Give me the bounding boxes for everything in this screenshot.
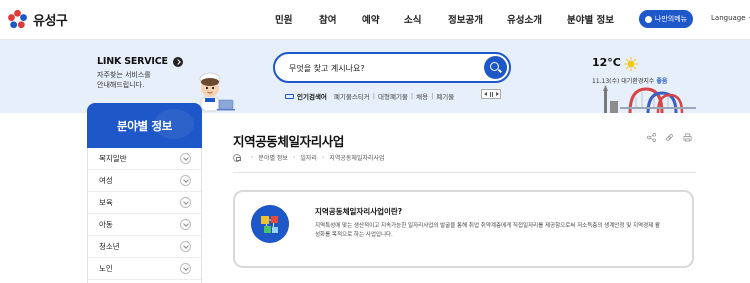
- home-icon[interactable]: [233, 153, 241, 162]
- nav-info-disclosure[interactable]: 정보공개: [448, 12, 483, 26]
- chevron-down-icon: [180, 219, 191, 230]
- air-quality-info: 11.13(수) 대기환경지수 좋음: [592, 76, 667, 85]
- arrow-right-icon: [172, 56, 183, 67]
- weather-date: 11.13(수) 대기환경지수: [592, 78, 655, 85]
- search-icon: [490, 62, 499, 71]
- nav-civil-service[interactable]: 민원: [275, 12, 292, 26]
- sidebar-item-label: 노인: [99, 264, 113, 273]
- language-label: Language: [711, 14, 746, 22]
- link-icon[interactable]: [665, 133, 674, 142]
- chevron-down-icon: [180, 153, 191, 164]
- breadcrumb-item[interactable]: 지역공동체일자리사업: [329, 153, 384, 162]
- keyword-separator: |: [372, 92, 375, 100]
- person-icon: [644, 15, 652, 23]
- popular-keywords: 인기검색어 폐기물스티커 | 대형폐기물 | 채용 | 폐기물: [285, 91, 454, 101]
- popular-keyword[interactable]: 대형폐기물: [378, 91, 408, 101]
- nav-participation[interactable]: 참여: [319, 12, 336, 26]
- keyword-icon: [285, 93, 294, 99]
- popular-keyword[interactable]: 폐기물: [436, 91, 454, 101]
- pause-icon[interactable]: [489, 91, 493, 97]
- sidebar-item-children[interactable]: 아동: [88, 214, 201, 236]
- link-service-title: LINK SERVICE: [97, 56, 168, 67]
- sidebar-item-label: 여성: [99, 176, 113, 185]
- title-divider: [233, 172, 696, 173]
- print-icon[interactable]: [683, 133, 692, 142]
- info-title: 지역공동체일자리사업이란?: [315, 207, 403, 216]
- keyword-separator: |: [431, 92, 434, 100]
- chevron-down-icon: [180, 175, 191, 186]
- keyword-rolling-controls: [481, 89, 501, 99]
- sidebar-item-welfare[interactable]: 복지일반: [88, 148, 201, 170]
- breadcrumb-separator: ›: [292, 154, 296, 161]
- breadcrumb-separator: ›: [321, 154, 325, 161]
- popular-label-text: 인기검색어: [297, 93, 327, 101]
- sun-icon: [624, 57, 638, 71]
- chevron-down-icon: [180, 241, 191, 252]
- chevron-down-icon: [180, 197, 191, 208]
- search-button[interactable]: [484, 56, 507, 79]
- sidebar-menu: 복지일반 여성 보육 아동 청소년 노인: [87, 148, 202, 283]
- breadcrumb-separator: ›: [251, 154, 254, 161]
- popular-keyword[interactable]: 채용: [416, 91, 428, 101]
- sidebar-item-seniors[interactable]: 노인: [88, 258, 201, 280]
- next-keyword-icon[interactable]: [495, 92, 499, 96]
- page-tools: [647, 133, 692, 142]
- sidebar-item-women[interactable]: 여성: [88, 170, 201, 192]
- breadcrumb-item[interactable]: 일자리: [300, 153, 317, 162]
- breadcrumb: › 분야별 정보 › 일자리 › 지역공동체일자리사업: [233, 153, 385, 162]
- weather-temperature: 12°C: [592, 56, 621, 69]
- link-service-description: 자주찾는 서비스를 안내해드립니다.: [97, 70, 167, 90]
- link-service-link[interactable]: LINK SERVICE: [97, 56, 183, 67]
- my-menu-label: 나만의메뉴: [654, 15, 688, 23]
- keyword-separator: |: [410, 92, 414, 100]
- search-input[interactable]: [289, 60, 479, 76]
- language-select[interactable]: Language: [711, 14, 750, 22]
- link-service-desc-line1: 자주찾는 서비스를: [97, 71, 151, 79]
- nav-about-yuseong[interactable]: 유성소개: [507, 12, 542, 26]
- search-box: [273, 52, 511, 83]
- sidebar-item-label: 보육: [99, 198, 113, 207]
- link-service-desc-line2: 안내해드립니다.: [97, 81, 145, 89]
- prev-keyword-icon[interactable]: [483, 92, 487, 96]
- landmark-illustration: [603, 85, 696, 113]
- sidebar-item-youth[interactable]: 청소년: [88, 236, 201, 258]
- my-menu-button[interactable]: 나만의메뉴: [639, 10, 693, 28]
- sidebar-title: 분야별 정보: [87, 103, 202, 148]
- sidebar-item-label: 복지일반: [99, 154, 127, 163]
- info-description: 지역특성에 맞는 생산적이고 지속가능한 일자리사업의 발굴을 통해 취업 취약…: [315, 223, 661, 238]
- sidebar-item-childcare[interactable]: 보육: [88, 192, 201, 214]
- popular-keywords-label: 인기검색어: [285, 91, 327, 101]
- nav-field-info[interactable]: 분야별 정보: [567, 12, 614, 26]
- breadcrumb-item[interactable]: 분야별 정보: [258, 153, 288, 162]
- site-header: 유성구 민원 참여 예약 소식 정보공개 유성소개 분야별 정보 나만의메뉴 L…: [0, 0, 750, 40]
- sidebar-item-label: 청소년: [99, 242, 120, 251]
- air-quality-status: 좋음: [656, 78, 668, 85]
- popular-keyword[interactable]: 폐기물스티커: [334, 91, 370, 101]
- nav-reservation[interactable]: 예약: [362, 12, 379, 26]
- page-title: 지역공동체일자리사업: [233, 134, 345, 149]
- sidebar-item-label: 아동: [99, 220, 113, 229]
- nav-news[interactable]: 소식: [404, 12, 421, 26]
- share-icon[interactable]: [647, 133, 656, 142]
- cubes-icon: [251, 205, 289, 243]
- main-navigation: 민원 참여 예약 소식 정보공개 유성소개 분야별 정보: [0, 12, 750, 28]
- chevron-down-icon: [180, 263, 191, 274]
